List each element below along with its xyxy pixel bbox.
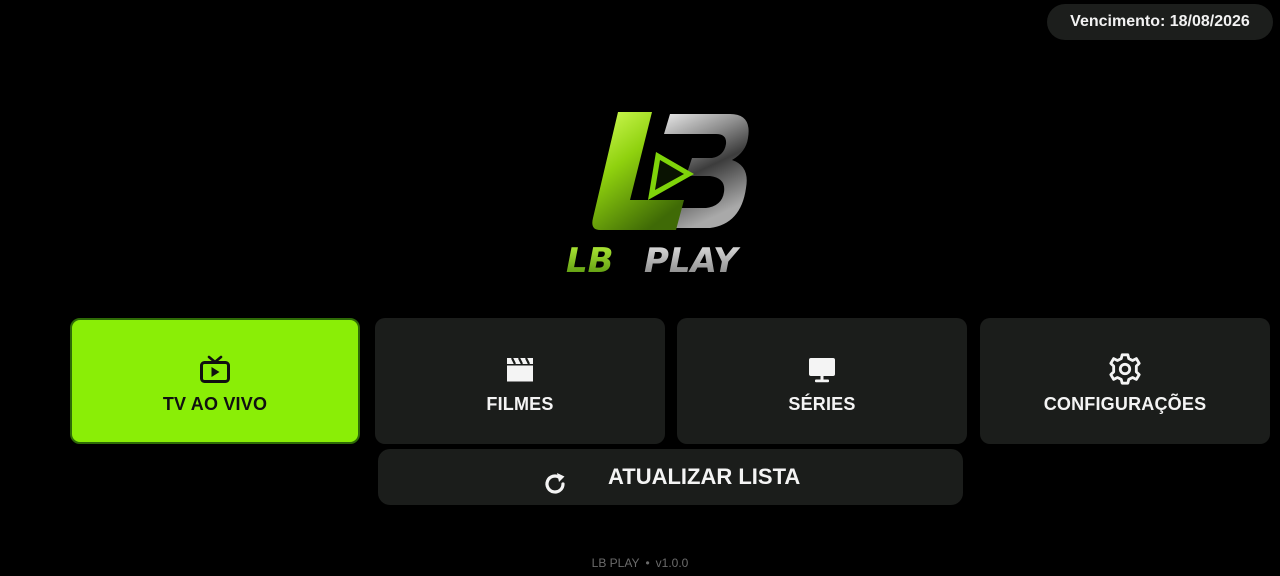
menu-card-movies[interactable]: FILMES [375, 318, 665, 444]
menu-card-label: FILMES [486, 394, 554, 414]
home-screen: Vencimento: 18/08/2026 LB PLAY TV AO VIV… [0, 0, 1280, 576]
lb-play-logo: LB PLAY [566, 112, 749, 280]
refresh-list-label: ATUALIZAR LISTA [608, 464, 801, 489]
refresh-list-button[interactable]: ATUALIZAR LISTA [378, 449, 963, 505]
menu-card-label: TV AO VIVO [162, 394, 268, 414]
footer-separator: • [645, 556, 650, 570]
footer-version: LB PLAY • v1.0.0 [0, 556, 1280, 570]
clapperboard-icon [503, 352, 537, 386]
refresh-icon [540, 469, 570, 499]
tv-icon [198, 352, 232, 386]
menu-card-label: CONFIGURAÇÕES [1043, 394, 1207, 414]
footer-app-name: LB PLAY [591, 556, 640, 570]
menu-card-series[interactable]: SÉRIES [677, 318, 967, 444]
monitor-icon [805, 352, 839, 386]
logo-text-lb: LB [566, 241, 614, 280]
menu-card-label: SÉRIES [788, 394, 856, 414]
footer-version-number: v1.0.0 [655, 556, 689, 570]
menu-card-settings[interactable]: CONFIGURAÇÕES [980, 318, 1270, 444]
expiry-badge: Vencimento: 18/08/2026 [1047, 4, 1273, 40]
gear-icon [1108, 352, 1142, 386]
logo-text-play: PLAY [644, 241, 741, 280]
menu-card-live-tv[interactable]: TV AO VIVO [70, 318, 360, 444]
